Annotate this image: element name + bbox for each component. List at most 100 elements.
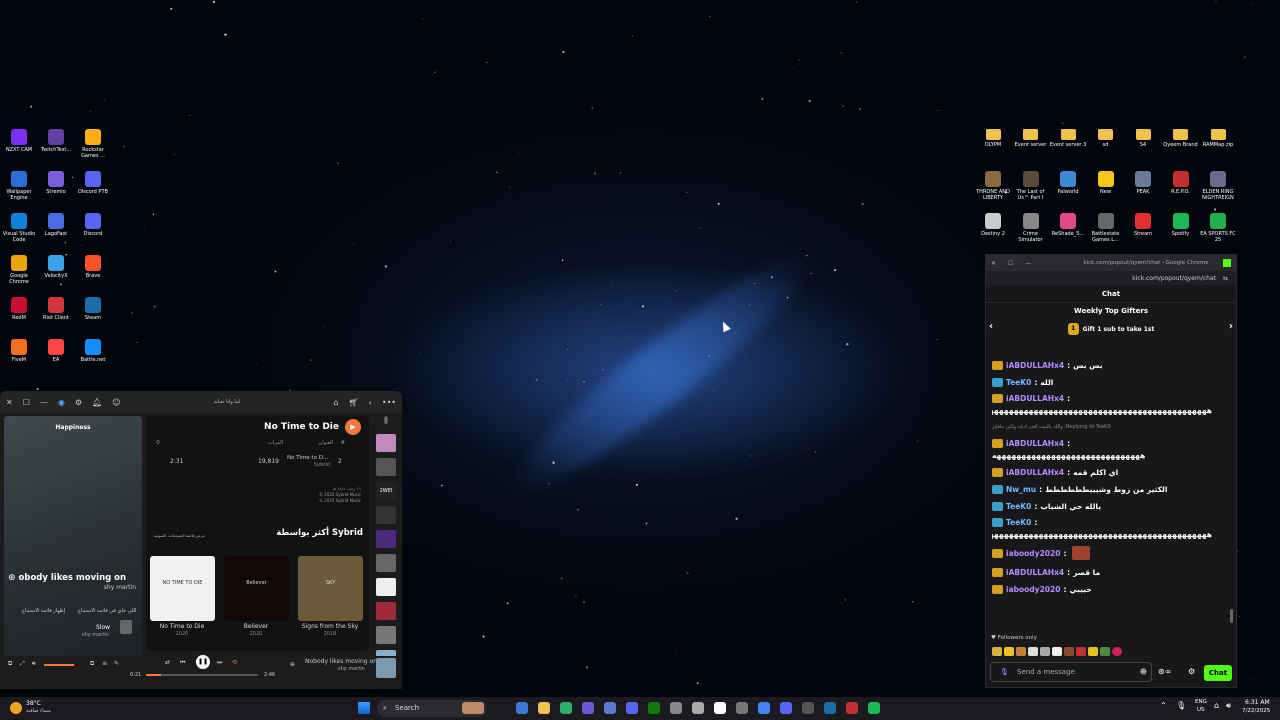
desktop-icon[interactable]: sd <box>1087 129 1125 148</box>
desktop-icon[interactable]: Discord PTB <box>74 171 112 195</box>
maximize-icon[interactable]: ☐ <box>1008 260 1013 267</box>
chevron-up-icon[interactable]: ⌃ <box>1160 701 1167 710</box>
discord-icon[interactable] <box>780 702 792 714</box>
weather-desc[interactable]: سماء صافية <box>26 708 51 714</box>
prev-icon[interactable]: ⏮︎ <box>180 659 185 667</box>
library-icon[interactable]: ⫼ <box>376 416 396 428</box>
desktop-icon[interactable]: R.E.P.O. <box>1162 171 1200 195</box>
shuffle-icon[interactable]: ⇄ <box>165 659 170 666</box>
desktop-icon[interactable]: Battlestate Games L... <box>1087 213 1125 243</box>
progress-bar[interactable] <box>146 674 258 676</box>
chevron-left-icon[interactable]: ‹ <box>989 321 993 332</box>
chat-message[interactable]: iaboody2020: <box>992 546 1226 560</box>
desktop-icon[interactable]: Stremio <box>37 171 75 195</box>
minimize-icon[interactable]: — <box>1025 260 1031 267</box>
desktop-icon[interactable]: Spotify <box>1162 213 1200 237</box>
more-by-link[interactable]: عرض قائمة التسجيلات الصوتية <box>154 533 205 538</box>
app-icon[interactable] <box>736 702 748 714</box>
more-icon[interactable]: ••• <box>382 398 396 407</box>
app-icon[interactable] <box>560 702 572 714</box>
mic-icon[interactable]: 🎙︎ <box>1000 663 1009 681</box>
home-icon[interactable]: ⌂ <box>333 398 338 407</box>
album-cover[interactable]: NO TIME TO DIE <box>150 556 215 621</box>
gift-text[interactable]: Gift 1 sub to take 1st <box>1083 326 1155 333</box>
album-title[interactable]: Signs from the Sky <box>290 623 370 630</box>
desktop-icon[interactable]: Event server 3 <box>1049 129 1087 148</box>
now-playing-artist[interactable]: shy martin <box>104 584 136 591</box>
folder-icon[interactable] <box>538 702 550 714</box>
desktop-icon[interactable]: TwitchTest... <box>37 129 75 153</box>
desktop-icon[interactable]: OLYPM <box>974 129 1012 148</box>
close-icon[interactable]: ✕ <box>991 260 996 267</box>
time[interactable]: 6:31 AM <box>1245 699 1270 706</box>
chat-message[interactable]: iABDULLAHx4: هههههههههههههههههههههههههههه… <box>992 439 1226 460</box>
bar-track-title[interactable]: Nobody likes moving on <box>305 658 377 665</box>
desktop-icon[interactable]: Riot Client <box>37 297 75 321</box>
lang[interactable]: ENG <box>1195 699 1207 705</box>
chat-message[interactable]: TeeK0: يالله حي الشباب <box>992 501 1226 511</box>
emoji-icon[interactable]: ☻ <box>1140 663 1147 681</box>
weather-icon[interactable] <box>10 702 22 714</box>
desktop-icon[interactable]: FiveM <box>0 339 38 363</box>
desktop-icon[interactable]: NZXT CAM <box>0 129 38 153</box>
desktop-icon[interactable]: Steam <box>74 297 112 321</box>
desktop-icon[interactable]: Destiny 2 <box>974 213 1012 237</box>
library-thumb[interactable] <box>376 554 396 572</box>
chat-message[interactable]: TeeK0: الله <box>992 377 1226 387</box>
chat-username[interactable]: iaboody2020 <box>1006 549 1060 558</box>
desktop-icon[interactable]: RAMMap.zip <box>1199 129 1237 148</box>
settings-icon[interactable]: ⚙ <box>75 398 82 407</box>
points-icon[interactable]: ⊛∞ <box>1158 667 1171 676</box>
files-icon[interactable] <box>516 702 528 714</box>
next-thumb[interactable] <box>120 620 132 634</box>
mic-icon[interactable]: 🎙︎ <box>1176 701 1186 710</box>
album-cover[interactable]: SKY <box>298 556 363 621</box>
app-icon[interactable] <box>670 702 682 714</box>
desktop-icon[interactable]: Event server <box>1012 129 1050 148</box>
add-icon[interactable]: ⊕ <box>8 573 16 583</box>
spotify-icon[interactable] <box>868 702 880 714</box>
send-chat-button[interactable]: Chat <box>1204 665 1232 681</box>
chat-username[interactable]: TeeK0 <box>1006 502 1031 511</box>
date[interactable]: 7/22/2025 <box>1242 708 1270 714</box>
miniplayer-icon[interactable]: ⧉ <box>8 660 12 668</box>
next-title[interactable]: Slow <box>96 624 110 631</box>
play-album-button[interactable]: ▶ <box>345 419 361 435</box>
desktop-icon[interactable]: Google Chrome <box>0 255 38 285</box>
add-to-library-icon[interactable]: ⊕ <box>290 661 295 668</box>
app-icon[interactable] <box>714 702 726 714</box>
chat-username[interactable]: iABDULLAHx4 <box>1006 394 1064 403</box>
app-icon[interactable] <box>626 702 638 714</box>
message-input[interactable]: 🎙︎ Send a message ☻ <box>990 662 1152 682</box>
close-icon[interactable]: ✕ <box>6 398 13 407</box>
chat-username[interactable]: iABDULLAHx4 <box>1006 468 1064 477</box>
library-thumb[interactable] <box>376 506 396 524</box>
desktop-icon[interactable]: New <box>1087 171 1125 195</box>
app-icon[interactable] <box>582 702 594 714</box>
translate-icon[interactable]: ⇆ <box>1223 275 1228 282</box>
desktop-icon[interactable]: Wallpaper Engine <box>0 171 38 201</box>
chrome-icon[interactable] <box>758 702 770 714</box>
chat-username[interactable]: iABDULLAHx4 <box>1006 568 1064 577</box>
widget-icon[interactable] <box>462 702 484 714</box>
network-icon[interactable]: ⌂ <box>1214 701 1219 710</box>
album-title[interactable]: No Time to Die <box>142 623 222 630</box>
desktop-icon[interactable]: Crime Simulator <box>1012 213 1050 243</box>
chat-message[interactable]: iABDULLAHx4: بس بس <box>992 360 1226 370</box>
friends-icon[interactable]: ◉ <box>58 398 65 407</box>
track-row[interactable]: 2:31 19,819 No Time to D... Sybrid 2 <box>146 455 369 472</box>
emote-bar[interactable] <box>992 647 1122 656</box>
library-thumb[interactable]: 2WEI <box>376 482 396 500</box>
desktop-icon[interactable]: VelocityX <box>37 255 75 279</box>
desktop-icon[interactable]: THRONE AND LIBERTY <box>974 171 1012 201</box>
lyrics-icon[interactable]: ≡ <box>102 660 107 667</box>
xbox-icon[interactable] <box>648 702 660 714</box>
chat-username[interactable]: TeeK0 <box>1006 378 1031 387</box>
player-search-text[interactable]: لما وانا تعبانة <box>214 399 241 405</box>
volume-slider[interactable] <box>44 664 74 666</box>
chat-message[interactable]: Nw_mu: الكثير من زوط وشيييطططططط <box>992 484 1226 494</box>
app-icon[interactable] <box>604 702 616 714</box>
volume-icon[interactable]: 🔊︎ <box>32 660 36 668</box>
desktop-icon[interactable]: Battle.net <box>74 339 112 363</box>
desktop-icon[interactable]: Qyeem Brand <box>1162 129 1200 148</box>
